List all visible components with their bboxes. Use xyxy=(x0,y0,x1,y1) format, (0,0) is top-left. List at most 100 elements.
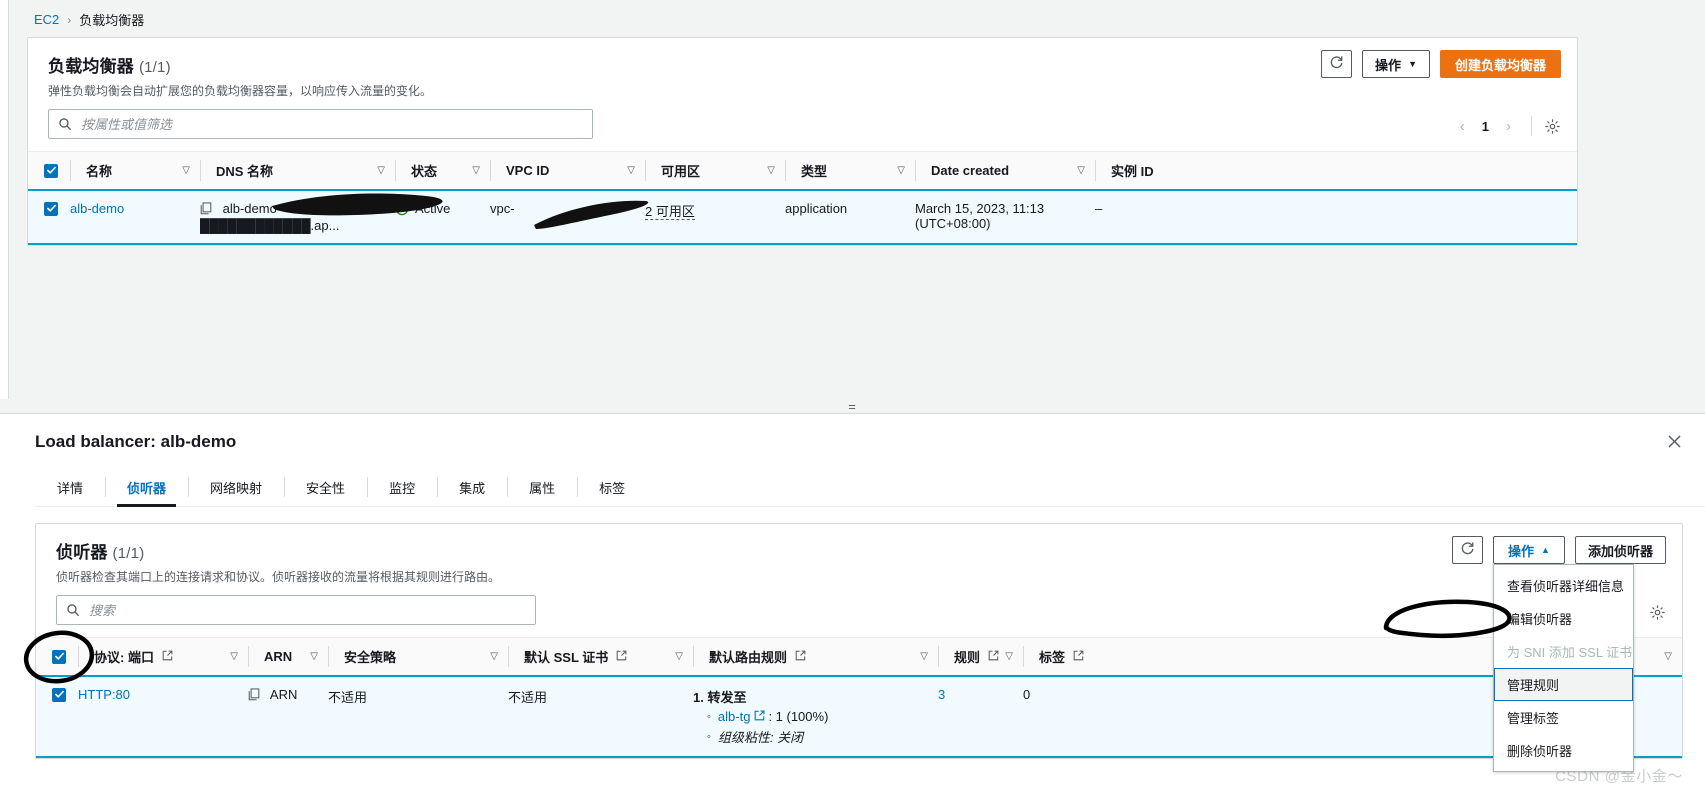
routing-rule-heading: 1. 转发至 xyxy=(693,690,747,705)
tab-details[interactable]: 详情 xyxy=(35,468,105,506)
listeners-search-input[interactable] xyxy=(87,596,535,624)
load-balancers-panel-header: 负载均衡器 (1/1) 弹性负载均衡会自动扩展您的负载均衡器容量，以响应传入流量… xyxy=(28,38,1577,109)
sort-icon[interactable]: ▽ xyxy=(182,165,190,176)
copy-icon[interactable] xyxy=(200,202,212,218)
listeners-table-settings-button[interactable] xyxy=(1649,604,1666,621)
column-header-name[interactable]: 名称 ▽ xyxy=(70,151,200,191)
column-header-arn-label: ARN xyxy=(264,649,293,664)
column-header-availability-zones-label: 可用区 xyxy=(661,164,701,179)
column-header-rules[interactable]: 规则 ▽ xyxy=(938,637,1023,677)
sort-icon[interactable]: ▽ xyxy=(920,651,928,662)
lb-search-input[interactable] xyxy=(79,110,592,138)
vpc-id-line-1: vpc- xyxy=(490,201,515,216)
tab-listeners[interactable]: 侦听器 xyxy=(105,468,188,507)
pagination-next-button[interactable]: › xyxy=(1498,118,1519,135)
column-header-security-policy[interactable]: 安全策略 ▽ xyxy=(328,637,508,677)
tab-security[interactable]: 安全性 xyxy=(284,468,367,506)
tab-network-mapping[interactable]: 网络映射 xyxy=(188,468,284,506)
column-header-protocol-port[interactable]: 协议: 端口 ▽ xyxy=(78,637,248,677)
column-header-state[interactable]: 状态 ▽ xyxy=(395,151,490,191)
tab-monitoring-label: 监控 xyxy=(389,481,416,496)
copy-icon[interactable] xyxy=(248,688,260,704)
sort-icon[interactable]: ▽ xyxy=(675,651,683,662)
rules-count-link[interactable]: 3 xyxy=(938,687,945,702)
column-header-vpc-id-label: VPC ID xyxy=(506,163,550,178)
splitter-handle[interactable]: = xyxy=(848,400,857,413)
column-header-default-ssl-cert[interactable]: 默认 SSL 证书 ▽ xyxy=(508,637,693,677)
listeners-select-all-checkbox[interactable] xyxy=(52,649,66,664)
external-link-icon xyxy=(988,649,999,664)
listeners-actions-wrap: 操作 ▲ 查看侦听器详细信息 编辑侦听器 为 SNI 添加 SSL 证书 管理规… xyxy=(1492,536,1634,772)
listeners-panel: 侦听器 (1/1) 侦听器检查其端口上的连接请求和协议。侦听器接收的流量将根据其… xyxy=(35,523,1683,772)
sort-icon[interactable]: ▽ xyxy=(1664,651,1672,662)
lb-pagination: ‹ 1 › xyxy=(1452,111,1561,141)
sort-icon[interactable]: ▽ xyxy=(377,165,385,176)
menu-item-delete-listener[interactable]: 删除侦听器 xyxy=(1494,734,1633,767)
listeners-refresh-button[interactable] xyxy=(1451,536,1483,564)
column-header-vpc-id[interactable]: VPC ID ▽ xyxy=(490,151,645,191)
column-header-date-created[interactable]: Date created ▽ xyxy=(915,151,1095,191)
load-balancer-name-link[interactable]: alb-demo xyxy=(70,201,124,216)
sort-icon[interactable]: ▽ xyxy=(230,651,238,662)
close-panel-button[interactable] xyxy=(1663,430,1685,452)
target-group-link[interactable]: alb-tg xyxy=(718,709,751,724)
sort-icon[interactable]: ▽ xyxy=(490,651,498,662)
column-header-default-routing-rule[interactable]: 默认路由规则 ▽ xyxy=(693,637,938,677)
menu-item-manage-tags[interactable]: 管理标签 xyxy=(1494,701,1633,734)
sort-icon[interactable]: ▽ xyxy=(897,165,905,176)
pagination-prev-button[interactable]: ‹ xyxy=(1452,118,1473,135)
cell-date-created: March 15, 2023, 11:13 (UTC+08:00) xyxy=(915,189,1095,245)
listener-row-checkbox[interactable] xyxy=(52,687,66,702)
target-group-weight: : 1 (100%) xyxy=(768,709,829,724)
tab-integrations[interactable]: 集成 xyxy=(437,468,507,506)
column-header-dns-name[interactable]: DNS 名称 ▽ xyxy=(200,151,395,191)
lb-actions-button[interactable]: 操作 ▼ xyxy=(1362,50,1430,78)
sort-icon[interactable]: ▽ xyxy=(627,165,635,176)
listener-protocol-port-link[interactable]: HTTP:80 xyxy=(78,687,130,702)
cell-state: Active xyxy=(395,189,490,245)
external-link-icon[interactable] xyxy=(754,709,765,724)
sort-icon[interactable]: ▽ xyxy=(1005,651,1013,662)
select-all-checkbox[interactable] xyxy=(44,163,58,178)
breadcrumb: EC2 › 负载均衡器 xyxy=(34,10,144,29)
bullet-icon: ◦ xyxy=(707,710,711,723)
breadcrumb-item-ec2[interactable]: EC2 xyxy=(34,12,59,27)
cell-security-policy: 不适用 xyxy=(328,675,508,758)
tab-monitoring[interactable]: 监控 xyxy=(367,468,437,506)
table-row[interactable]: alb-demo alb-demo-████████████.ap... Act… xyxy=(28,189,1577,245)
tab-attributes[interactable]: 属性 xyxy=(507,468,577,506)
availability-zones-value[interactable]: 2 可用区 xyxy=(645,204,695,220)
sort-icon[interactable]: ▽ xyxy=(767,165,775,176)
tab-tags[interactable]: 标签 xyxy=(577,468,647,506)
listeners-search-box[interactable] xyxy=(56,595,536,625)
tags-count-value: 0 xyxy=(1023,687,1031,702)
create-load-balancer-button[interactable]: 创建负载均衡器 xyxy=(1439,50,1561,78)
column-header-availability-zones[interactable]: 可用区 ▽ xyxy=(645,151,785,191)
row-checkbox[interactable] xyxy=(44,201,58,216)
panel-splitter[interactable]: = xyxy=(0,399,1705,413)
add-listener-button[interactable]: 添加侦听器 xyxy=(1574,536,1666,564)
menu-item-edit-listener[interactable]: 编辑侦听器 xyxy=(1494,602,1633,635)
listeners-actions-button[interactable]: 操作 ▲ xyxy=(1492,536,1565,564)
table-settings-button[interactable] xyxy=(1544,118,1561,135)
sort-icon[interactable]: ▽ xyxy=(472,165,480,176)
lb-search-box[interactable] xyxy=(48,109,593,139)
load-balancers-filter-row: ‹ 1 › xyxy=(28,109,1577,151)
table-row[interactable]: HTTP:80 ARN 不适用 不适用 1. 转发至 ◦ alb-tg: 1 … xyxy=(36,675,1682,758)
sort-icon[interactable]: ▽ xyxy=(310,651,318,662)
column-header-arn[interactable]: ARN ▽ xyxy=(248,637,328,677)
status-badge: Active xyxy=(395,201,450,216)
pagination-page-1[interactable]: 1 xyxy=(1477,119,1494,134)
breadcrumb-separator-icon: › xyxy=(67,12,72,27)
chevron-down-icon: ▼ xyxy=(1408,58,1417,69)
column-header-instance-id[interactable]: 实例 ID xyxy=(1095,151,1577,191)
listeners-count: (1/1) xyxy=(112,545,145,562)
tab-listeners-label: 侦听器 xyxy=(127,481,167,496)
sort-icon[interactable]: ▽ xyxy=(1077,165,1085,176)
column-header-type[interactable]: 类型 ▽ xyxy=(785,151,915,191)
listener-arn-value: ARN xyxy=(269,687,298,702)
menu-item-manage-rules[interactable]: 管理规则 xyxy=(1493,668,1633,701)
load-balancers-header-row: 名称 ▽ DNS 名称 ▽ 状态 ▽ VPC ID ▽ 可用区 ▽ 类型 ▽ D… xyxy=(28,151,1577,191)
menu-item-view-listener-details[interactable]: 查看侦听器详细信息 xyxy=(1494,569,1633,602)
refresh-button[interactable] xyxy=(1321,50,1353,78)
